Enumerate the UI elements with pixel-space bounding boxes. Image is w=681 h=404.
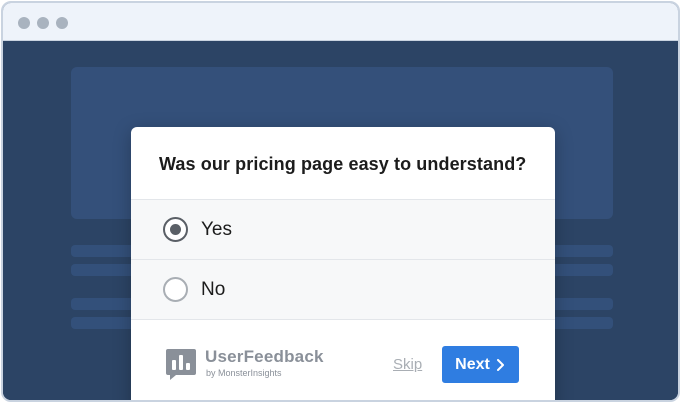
option-label: No <box>201 279 226 300</box>
radio-checked-icon[interactable] <box>163 217 188 242</box>
option-no[interactable]: No <box>131 259 555 319</box>
browser-window: Was our pricing page easy to understand?… <box>1 1 680 402</box>
option-yes[interactable]: Yes <box>131 199 555 259</box>
skip-link[interactable]: Skip <box>393 356 422 373</box>
next-button-label: Next <box>455 355 490 373</box>
survey-question: Was our pricing page easy to understand? <box>159 154 527 174</box>
chevron-right-icon <box>496 358 504 371</box>
survey-modal: Was our pricing page easy to understand?… <box>131 127 555 400</box>
option-label: Yes <box>201 219 232 240</box>
chart-bars-speech-icon <box>166 349 196 380</box>
brand-subtitle: by MonsterInsights <box>206 368 282 378</box>
next-button[interactable]: Next <box>442 346 519 383</box>
window-dot-icon <box>18 17 30 29</box>
window-dot-icon <box>56 17 68 29</box>
radio-unchecked-icon[interactable] <box>163 277 188 302</box>
survey-footer: UserFeedback by MonsterInsights Skip Nex… <box>131 320 555 400</box>
window-dot-icon <box>37 17 49 29</box>
brand-name: UserFeedback <box>205 347 324 366</box>
window-titlebar <box>3 3 678 41</box>
